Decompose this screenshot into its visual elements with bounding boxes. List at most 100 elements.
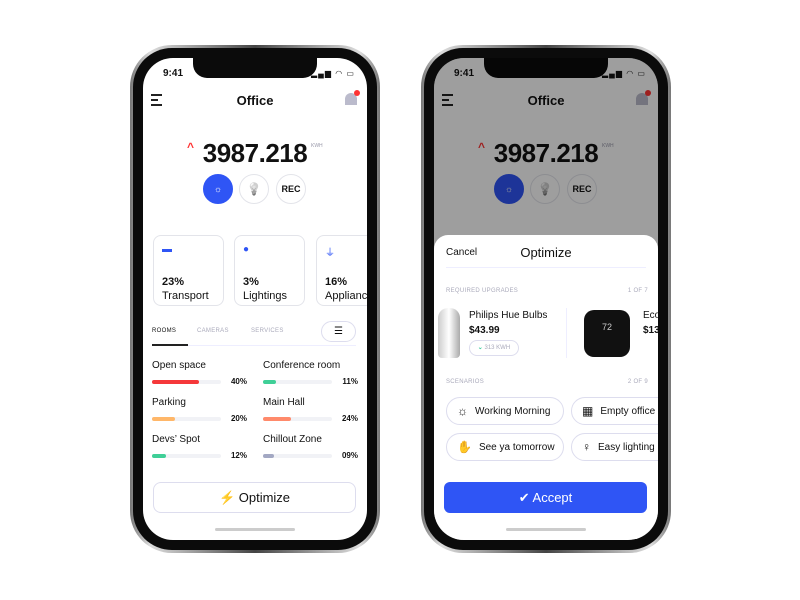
calendar-icon: ▦ (582, 404, 594, 418)
room-usage-value: 12% (230, 451, 247, 460)
category-label: Transport (162, 290, 209, 302)
product-name: Ecobee (643, 310, 658, 321)
optimize-sheet: Cancel Optimize REQUIRED UPGRADES 1 OF 7… (434, 235, 658, 540)
room-usage-value: 40% (230, 377, 247, 386)
room-item[interactable]: Parking 20% (152, 397, 247, 423)
chevron-down-icon: ⌄ (477, 345, 483, 351)
product-name: Philips Hue Bulbs (469, 310, 548, 321)
upgrades-label: REQUIRED UPGRADES (446, 288, 519, 294)
room-item[interactable]: Open space 40% (152, 360, 247, 386)
energy-value: 3987.218 (202, 138, 308, 168)
tab-services[interactable]: SERVICES (251, 328, 284, 334)
product-price: $43.99 (469, 325, 500, 336)
home-indicator[interactable] (215, 528, 295, 531)
room-usage-fill (152, 453, 167, 458)
scenario-chip[interactable]: ☼ Working Morning (446, 397, 564, 425)
notification-icon[interactable] (345, 90, 360, 105)
phone-main: 9:41 ▂▄▆ ◠ ▭ Office ^ 3987.218 KWH ☼ 💡 R… (130, 45, 380, 553)
room-usage-fill (152, 416, 176, 421)
room-usage-value: 24% (341, 414, 358, 423)
room-usage-bar (152, 416, 221, 421)
filter-button[interactable]: ☰ (321, 321, 356, 342)
room-name: Chillout Zone (263, 434, 322, 445)
sheet-title: Optimize (520, 245, 572, 260)
room-usage-fill (263, 379, 276, 384)
thermostat-image: 72 (584, 310, 630, 357)
bulb-icon: 💡 (246, 182, 262, 196)
energy-unit: KWH (311, 143, 323, 149)
sun-icon: ☼ (213, 184, 223, 194)
bulb-icon: ♀ (582, 440, 591, 454)
scenario-label: Easy lighting (598, 441, 655, 453)
divider (446, 267, 646, 268)
screen-main: 9:41 ▂▄▆ ◠ ▭ Office ^ 3987.218 KWH ☼ 💡 R… (143, 58, 367, 540)
scenario-label: See ya tomorrow (478, 441, 555, 453)
room-item[interactable]: Main Hall 24% (263, 397, 358, 423)
category-card[interactable]: ● 3% Lightings (234, 235, 305, 306)
saving-value: 313 KWH (484, 345, 511, 351)
lightning-icon: ⚡ (218, 490, 236, 505)
sliders-icon: ☰ (334, 326, 343, 337)
room-usage-bar (263, 416, 332, 421)
room-usage-fill (263, 453, 274, 458)
scenario-label: Working Morning (475, 405, 551, 417)
room-usage-bar (152, 379, 221, 384)
category-percent: 16% (325, 276, 348, 288)
check-icon: ✔ (518, 490, 530, 505)
accept-label: Accept (532, 490, 573, 505)
room-name: Devs’ Spot (152, 434, 200, 445)
category-card[interactable]: ▬ 23% Transport (153, 235, 224, 306)
room-name: Open space (152, 360, 206, 371)
accept-button[interactable]: ✔ Accept (444, 482, 647, 513)
rec-button[interactable]: REC (276, 174, 306, 204)
room-item[interactable]: Conference room 11% (263, 360, 358, 386)
scenarios-count: 2 OF 9 (627, 379, 648, 385)
phone-sheet: 9:41 ▂▄▆ ◠ ▭ Office ^ 3987.218 KWH ☼ 💡 R… (421, 45, 671, 553)
room-usage-value: 11% (342, 377, 358, 386)
sun-icon: ☼ (457, 404, 468, 418)
category-percent: 3% (243, 276, 259, 288)
room-usage-fill (263, 416, 292, 421)
room-name: Conference room (263, 360, 341, 371)
scenario-chip[interactable]: ♀ Easy lighting (571, 433, 658, 461)
room-usage-bar (152, 453, 221, 458)
product-price: $13 (643, 325, 658, 336)
scenario-chip[interactable]: ✋ See ya tomorrow (446, 433, 564, 461)
notch (193, 58, 317, 78)
sun-mode-button[interactable]: ☼ (203, 174, 233, 204)
saving-badge[interactable]: ⌄ 313 KWH (469, 340, 519, 356)
room-usage-value: 09% (341, 451, 358, 460)
bulb-mode-button[interactable]: 💡 (239, 174, 269, 204)
room-item[interactable]: Devs’ Spot 12% (152, 434, 247, 460)
room-item[interactable]: Chillout Zone 09% (263, 434, 358, 460)
room-usage-bar (263, 379, 332, 384)
hue-bulb-image (438, 308, 460, 358)
category-percent: 23% (162, 276, 185, 288)
room-usage-fill (152, 379, 199, 384)
thermostat-temp: 72 (601, 322, 612, 332)
optimize-label: Optimize (238, 490, 291, 505)
hand-icon: ✋ (457, 440, 472, 454)
scenario-chip[interactable]: ▦ Empty office (571, 397, 658, 425)
divider (566, 308, 567, 358)
plug-icon: ⏚ (325, 248, 335, 259)
room-name: Parking (152, 397, 186, 408)
category-label: Appliances (325, 290, 367, 302)
screen-sheet: 9:41 ▂▄▆ ◠ ▭ Office ^ 3987.218 KWH ☼ 💡 R… (434, 58, 658, 540)
tab-rooms[interactable]: ROOMS (152, 328, 176, 334)
category-label: Lightings (243, 290, 288, 302)
page-title: Office (236, 93, 274, 108)
room-usage-value: 20% (230, 414, 247, 423)
upgrades-count: 1 OF 7 (627, 288, 648, 294)
tab-indicator (152, 344, 188, 346)
scenarios-label: SCENARIOS (446, 379, 485, 385)
optimize-button[interactable]: ⚡ Optimize (153, 482, 356, 513)
status-icons: ▂▄▆ ◠ ▭ (311, 69, 355, 78)
status-time: 9:41 (163, 68, 184, 79)
room-name: Main Hall (263, 397, 305, 408)
category-card[interactable]: ⏚ 16% Appliances (316, 235, 367, 306)
car-icon: ▬ (162, 244, 172, 255)
tab-cameras[interactable]: CAMERAS (197, 328, 229, 334)
home-indicator[interactable] (506, 528, 586, 531)
room-usage-bar (263, 453, 332, 458)
